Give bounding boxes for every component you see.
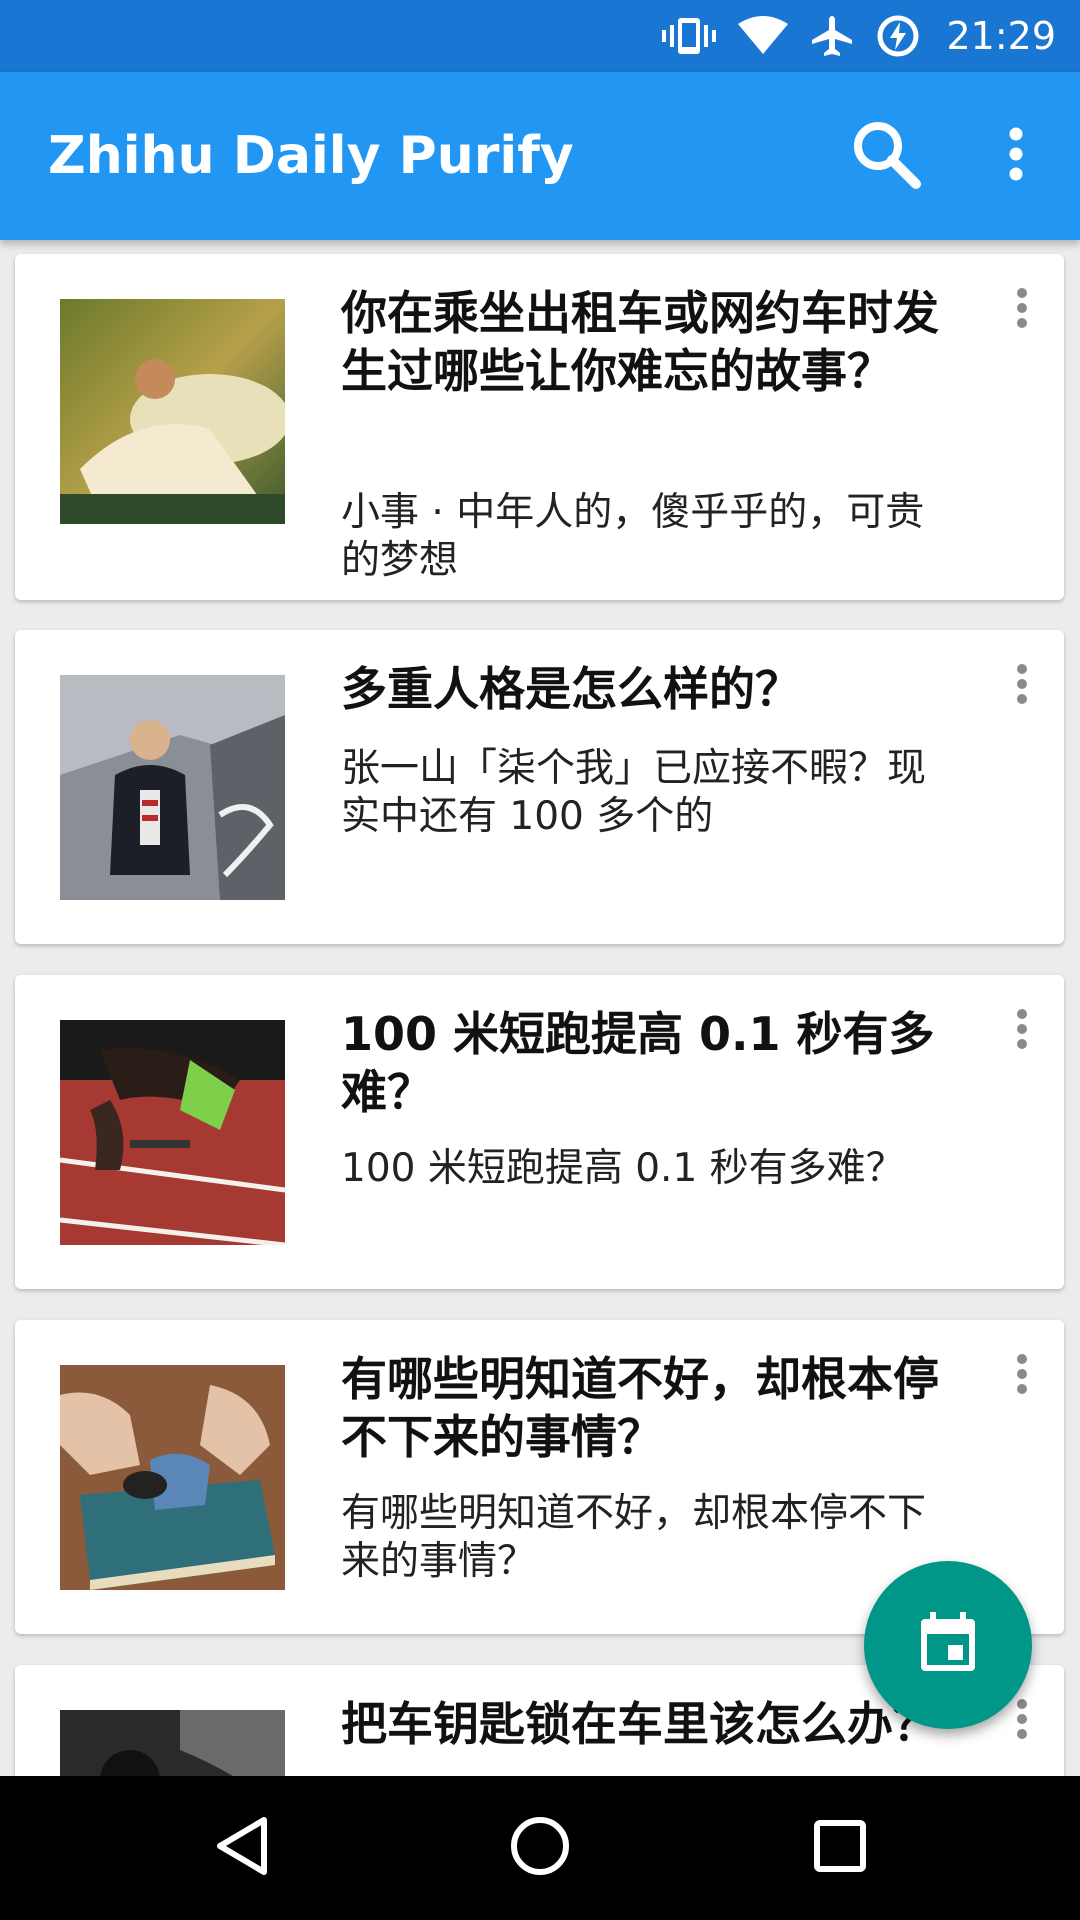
story-title: 有哪些明知道不好，却根本停不下来的事情？ [341,1352,939,1464]
story-card[interactable]: 100 米短跑提高 0.1 秒有多难？ 100 米短跑提高 0.1 秒有多难？ [15,975,1064,1289]
story-title: 把车钥匙锁在车里该怎么办？ [341,1697,939,1751]
airplane-mode-icon [810,14,854,58]
battery-saver-icon [876,14,920,58]
story-more-icon[interactable] [1010,1695,1034,1743]
calendar-fab-button[interactable] [864,1561,1032,1729]
calendar-icon [918,1612,978,1678]
story-thumbnail [60,299,285,524]
story-more-icon[interactable] [1010,660,1034,708]
home-icon [509,1815,571,1881]
story-card[interactable]: 多重人格是怎么样的？ 张一山「柒个我」已应接不暇？现实中还有 100 多个的 [15,630,1064,944]
search-button[interactable] [842,112,930,200]
recents-icon [813,1819,867,1877]
system-nav-bar [0,1776,1080,1920]
search-icon [850,118,922,194]
story-summary: 张一山「柒个我」已应接不暇？现实中还有 100 多个的 [341,746,927,839]
back-button[interactable] [170,1776,314,1920]
story-thumbnail [60,1365,285,1590]
story-title: 多重人格是怎么样的？ [341,662,801,716]
story-thumbnail [60,675,285,900]
story-summary: 小事 · 中年人的，傻乎乎的，可贵的梦想 [341,490,925,583]
app-title: Zhihu Daily Purify [48,126,574,186]
home-button[interactable] [468,1776,612,1920]
wifi-icon [738,16,789,56]
story-more-icon[interactable] [1010,284,1034,332]
story-card[interactable]: 你在乘坐出租车或网约车时发生过哪些让你难忘的故事？ 小事 · 中年人的，傻乎乎的… [15,254,1064,600]
status-icons: 21:29 [662,0,1056,72]
story-thumbnail [60,1710,285,1776]
story-more-icon[interactable] [1010,1350,1034,1398]
story-title: 100 米短跑提高 0.1 秒有多难？ [341,1007,935,1119]
story-thumbnail [60,1020,285,1245]
status-time: 21:29 [946,14,1056,58]
vibrate-icon [662,16,717,56]
app-bar: Zhihu Daily Purify [0,72,1080,240]
recents-button[interactable] [768,1776,912,1920]
story-more-icon[interactable] [1010,1005,1034,1053]
more-options-button[interactable] [976,112,1056,200]
back-icon [214,1815,270,1881]
story-summary: 100 米短跑提高 0.1 秒有多难？ [341,1146,905,1191]
more-vert-icon [1006,127,1026,185]
story-list[interactable]: 你在乘坐出租车或网约车时发生过哪些让你难忘的故事？ 小事 · 中年人的，傻乎乎的… [0,240,1080,1776]
story-summary: 有哪些明知道不好，却根本停不下来的事情？ [341,1491,927,1584]
story-title: 你在乘坐出租车或网约车时发生过哪些让你难忘的故事？ [341,286,939,398]
status-bar: 21:29 [0,0,1080,72]
